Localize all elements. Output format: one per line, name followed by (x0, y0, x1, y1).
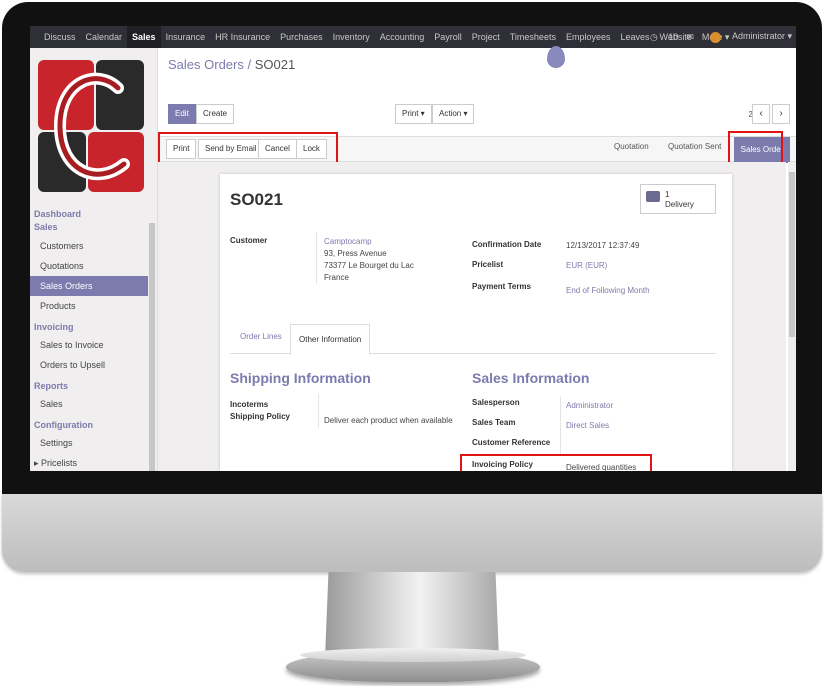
pricelist-value[interactable]: EUR (EUR) (566, 260, 607, 271)
sidebar-menu: Dashboard Sales Customers Quotations Sal… (30, 206, 148, 471)
breadcrumb: Sales Orders / SO021 (168, 57, 295, 72)
main-content: Sales Orders / SO021 Edit Create Print ▾… (158, 46, 796, 471)
chat-icon[interactable]: ✉ (686, 32, 694, 43)
sidebar-item-sales-orders[interactable]: Sales Orders (30, 276, 148, 296)
user-name: Administrator ▾ (731, 31, 792, 42)
sidebar-item-settings[interactable]: Settings (30, 433, 148, 453)
activity-button[interactable]: ◷ 10 (642, 32, 678, 43)
sales-team-value[interactable]: Direct Sales (566, 420, 609, 431)
monitor-stand-base-top (300, 648, 526, 662)
nav-employees[interactable]: Employees (561, 26, 616, 48)
order-title: SO021 (230, 190, 283, 209)
nav-insurance[interactable]: Insurance (161, 26, 211, 48)
sidebar-section-reports: Reports (34, 381, 69, 391)
shipping-policy-label: Shipping Policy (230, 412, 291, 421)
salesperson-value[interactable]: Administrator (566, 400, 613, 411)
stage-quotation[interactable]: Quotation (614, 142, 649, 151)
avatar (709, 31, 721, 43)
chevron-right-icon: › (779, 108, 783, 119)
sidebar-item-reports-sales[interactable]: Sales (30, 394, 148, 414)
nav-sales[interactable]: Sales (127, 26, 161, 48)
sales-info-divider (560, 396, 561, 456)
incoterms-label: Incoterms (230, 400, 269, 409)
highlight-invoicing-policy (460, 454, 652, 471)
customer-address-line1: 93, Press Avenue (324, 249, 387, 258)
pager-prev-button[interactable]: ‹ (752, 104, 770, 124)
sidebar-item-orders-to-upsell[interactable]: Orders to Upsell (30, 355, 148, 375)
user-menu[interactable]: Administrator ▾ (702, 31, 792, 43)
content-scrollbar[interactable] (788, 162, 796, 471)
notebook-tabs: Order Lines Other Information (230, 324, 716, 355)
nav-hr-insurance[interactable]: HR Insurance (210, 26, 275, 48)
tab-order-lines[interactable]: Order Lines (240, 332, 282, 341)
sidebar-section-invoicing: Invoicing (34, 322, 74, 332)
sidebar-item-quotations[interactable]: Quotations (30, 256, 148, 276)
confirmation-date-label: Confirmation Date (472, 240, 542, 249)
sidebar-item-customers[interactable]: Customers (30, 236, 148, 256)
monitor-chin (2, 494, 822, 572)
nav-purchases[interactable]: Purchases (275, 26, 328, 48)
sidebar-item-pricelists-label: Pricelists (41, 458, 78, 468)
sales-team-label: Sales Team (472, 418, 516, 427)
nav-discuss[interactable]: Discuss (30, 26, 81, 48)
sidebar-section-configuration: Configuration (34, 420, 93, 430)
customer-address-line3: France (324, 273, 349, 282)
sidebar: Dashboard Sales Customers Quotations Sal… (30, 48, 158, 471)
company-logo (38, 60, 144, 192)
nav-calendar[interactable]: Calendar (81, 26, 128, 48)
delivery-count: 1 (665, 190, 670, 199)
sidebar-item-pricelists[interactable]: ▸ Pricelists (30, 453, 148, 471)
nav-inventory[interactable]: Inventory (328, 26, 375, 48)
chevron-left-icon: ‹ (759, 108, 763, 119)
customer-name-link[interactable]: Camptocamp (324, 236, 372, 247)
stage-quotation-sent[interactable]: Quotation Sent (668, 142, 721, 151)
customer-label: Customer (230, 236, 268, 245)
create-button[interactable]: Create (196, 104, 235, 124)
breadcrumb-parent[interactable]: Sales Orders / (168, 57, 251, 72)
payment-terms-value[interactable]: End of Following Month (566, 285, 650, 296)
navbar-right: ◷ 10 ✉ Administrator ▾ (634, 26, 792, 48)
payment-terms-label: Payment Terms (472, 282, 531, 291)
sales-information-title: Sales Information (472, 370, 590, 386)
form-sheet: SO021 1 Delivery Customer Camptocamp 93,… (220, 174, 732, 471)
logo-graphic (38, 60, 144, 192)
app-screen: Discuss Calendar Sales Insurance HR Insu… (30, 26, 796, 471)
top-navbar: Discuss Calendar Sales Insurance HR Insu… (30, 26, 796, 48)
monitor-frame: Discuss Calendar Sales Insurance HR Insu… (0, 0, 824, 686)
loading-drop-icon (547, 46, 565, 68)
delivery-smart-button[interactable]: 1 Delivery (640, 184, 716, 214)
monitor-stand-neck (325, 572, 499, 658)
sidebar-item-products[interactable]: Products (30, 296, 148, 316)
nav-timesheets[interactable]: Timesheets (505, 26, 561, 48)
content-scrollbar-thumb[interactable] (789, 172, 795, 337)
shipping-policy-value: Deliver each product when available (324, 416, 453, 425)
print-dropdown[interactable]: Print ▾ (395, 104, 432, 124)
tab-other-information[interactable]: Other Information (290, 324, 371, 355)
caret-right-icon: ▸ (34, 458, 42, 468)
shipping-information-title: Shipping Information (230, 370, 371, 386)
confirmation-date-value: 12/13/2017 12:37:49 (566, 241, 640, 250)
shipping-divider (318, 394, 319, 428)
edit-button[interactable]: Edit (168, 104, 196, 124)
customer-divider (316, 232, 317, 284)
customer-reference-label: Customer Reference (472, 438, 551, 447)
activity-count: 10 (668, 31, 679, 42)
sidebar-dashboard[interactable]: Dashboard (30, 206, 148, 222)
salesperson-label: Salesperson (472, 398, 520, 407)
sidebar-section-sales: Sales (34, 222, 58, 232)
delivery-label: Delivery (665, 200, 694, 209)
breadcrumb-current: SO021 (254, 57, 296, 72)
truck-icon (646, 191, 660, 202)
nav-accounting[interactable]: Accounting (375, 26, 430, 48)
clock-icon: ◷ (650, 31, 658, 42)
customer-address-line2: 73377 Le Bourget du Lac (324, 261, 414, 270)
nav-payroll[interactable]: Payroll (429, 26, 467, 48)
action-dropdown[interactable]: Action ▾ (432, 104, 475, 124)
sidebar-scrollbar[interactable] (149, 223, 155, 471)
sidebar-item-sales-to-invoice[interactable]: Sales to Invoice (30, 335, 148, 355)
pricelist-label: Pricelist (472, 260, 504, 269)
nav-project[interactable]: Project (467, 26, 505, 48)
pager-next-button[interactable]: › (772, 104, 790, 124)
